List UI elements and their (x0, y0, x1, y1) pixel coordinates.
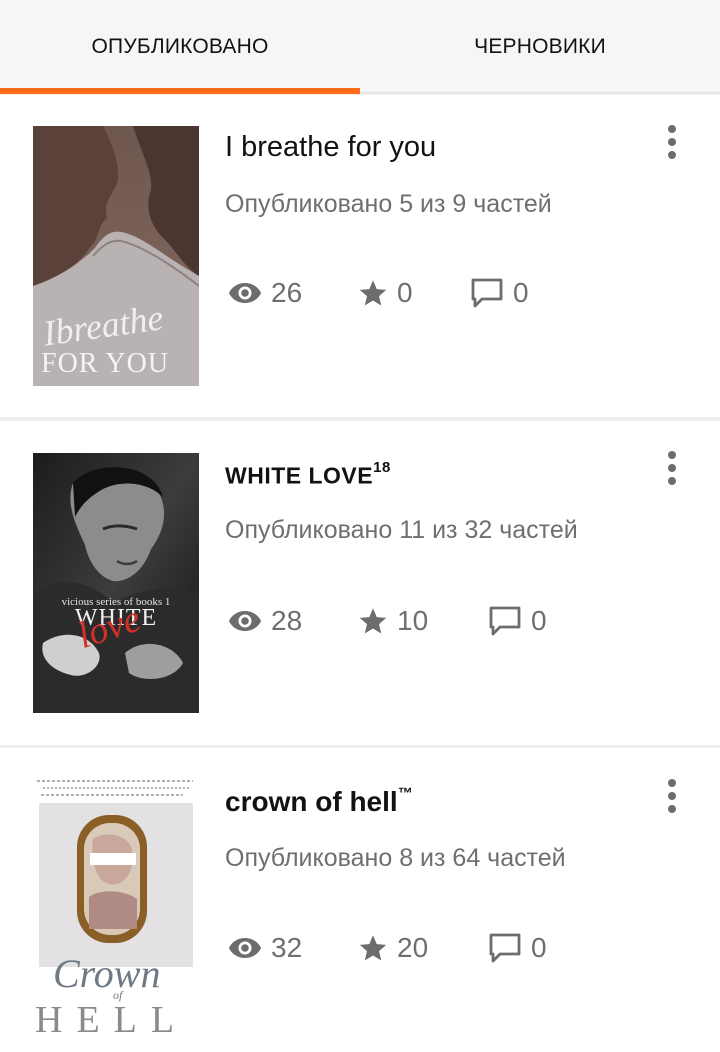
cover-text: FOR YOU (41, 348, 169, 379)
tab-published-label: ОПУБЛИКОВАНО (91, 34, 269, 58)
comment-icon (489, 606, 521, 636)
tab-drafts[interactable]: ЧЕРНОВИКИ (360, 0, 720, 93)
story-stats: 26 0 0 (228, 273, 688, 313)
views-count: 28 (271, 605, 303, 636)
story-title[interactable]: crown of hell™ (225, 785, 413, 818)
tab-published[interactable]: ОПУБЛИКОВАНО (0, 0, 360, 94)
views-stat: 26 (228, 273, 302, 313)
story-stats: 28 10 0 (228, 601, 688, 641)
story-cover-image[interactable]: vicious series of books 1 WHITE love (33, 453, 199, 713)
story-card[interactable]: vicious series of books 1 WHITE love WHI… (0, 421, 720, 745)
comments-stat: 0 (488, 928, 547, 968)
star-icon (359, 608, 387, 634)
story-card[interactable]: Crown of HELL crown of hell™ Опубликован… (0, 748, 720, 1052)
more-vertical-icon[interactable] (658, 122, 686, 162)
votes-stat: 20 (358, 928, 428, 968)
votes-count: 20 (397, 932, 429, 963)
cover-text: HELL (35, 999, 188, 1037)
views-count: 32 (271, 932, 303, 963)
tab-drafts-label: ЧЕРНОВИКИ (474, 34, 606, 58)
tab-bar: ОПУБЛИКОВАНО ЧЕРНОВИКИ (0, 0, 720, 94)
comment-icon (489, 933, 521, 963)
eye-icon (229, 938, 261, 958)
votes-count: 10 (397, 605, 429, 636)
views-count: 26 (271, 277, 303, 308)
story-title[interactable]: I breathe for you (225, 131, 436, 164)
story-card[interactable]: Ibreathe FOR YOU I breathe for you Опубл… (0, 95, 720, 417)
eye-icon (229, 611, 261, 631)
story-published-status: Опубликовано 8 из 64 частей (225, 844, 566, 872)
views-stat: 28 (228, 601, 302, 641)
comments-stat: 0 (488, 601, 547, 641)
story-published-status: Опубликовано 5 из 9 частей (225, 190, 552, 218)
star-icon (359, 280, 387, 306)
comments-stat: 0 (470, 273, 529, 313)
votes-stat: 0 (358, 273, 413, 313)
comments-count: 0 (531, 605, 547, 636)
story-title[interactable]: WHITE LOVE18 (225, 459, 391, 490)
eye-icon (229, 283, 261, 303)
story-stats: 32 20 0 (228, 928, 688, 968)
story-published-status: Опубликовано 11 из 32 частей (225, 516, 578, 544)
more-vertical-icon[interactable] (658, 448, 686, 488)
views-stat: 32 (228, 928, 302, 968)
more-vertical-icon[interactable] (658, 776, 686, 816)
star-icon (359, 935, 387, 961)
votes-count: 0 (397, 277, 413, 308)
votes-stat: 10 (358, 601, 428, 641)
comments-count: 0 (513, 277, 529, 308)
comments-count: 0 (531, 932, 547, 963)
story-cover-image[interactable]: Ibreathe FOR YOU (33, 126, 199, 386)
comment-icon (471, 278, 503, 308)
cover-text: Crown (53, 951, 160, 996)
story-cover-image[interactable]: Crown of HELL (33, 777, 199, 1037)
